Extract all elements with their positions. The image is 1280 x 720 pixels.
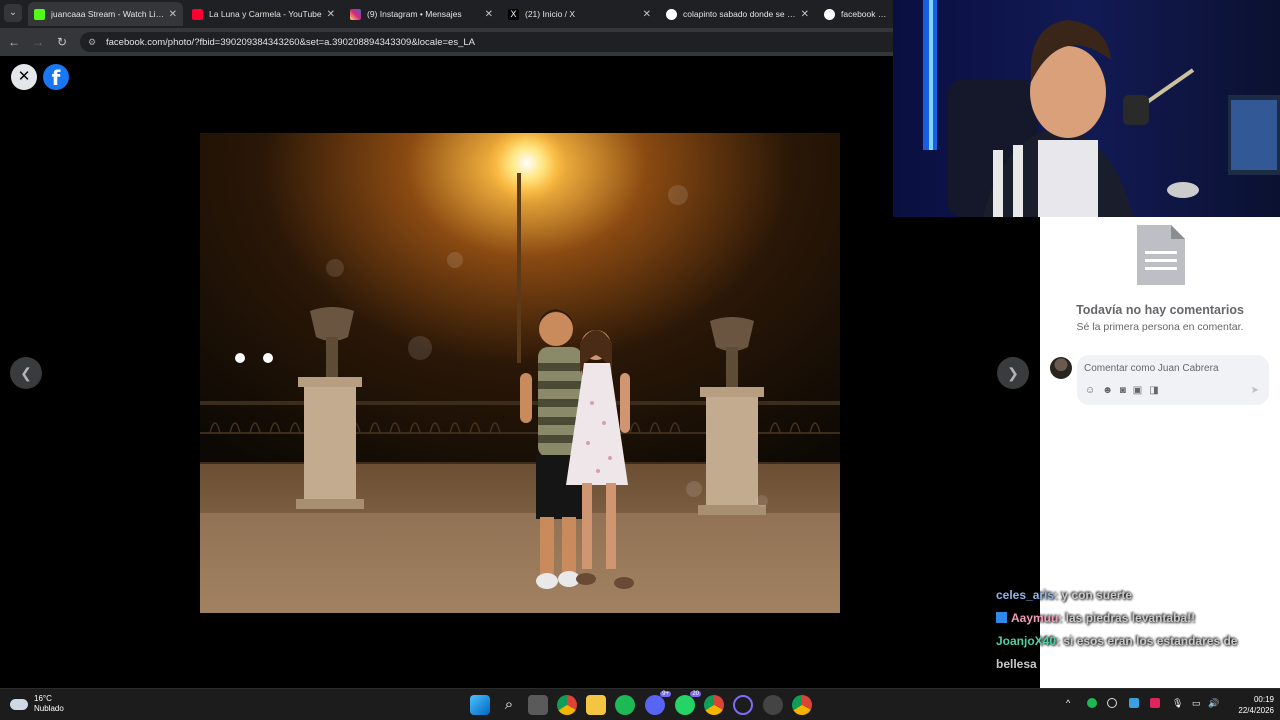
tab-close-icon[interactable]: ✕ [485,9,493,20]
tab-title: (21) Inicio / X [525,9,576,19]
chat-username: Aaymuu [1011,611,1059,625]
tab-close-icon[interactable]: ✕ [169,9,177,20]
comment-tools: ☺ ☻ ◙ ▣ ◨ [1085,385,1159,396]
tab-instagram[interactable]: (9) Instagram • Mensajes ✕ [344,2,499,26]
windows-taskbar: 16°C Nublado ⌕ 9+ 20 ^ 🎙 ▭ 🔊 00:19 22/4/… [0,688,1280,720]
address-url[interactable]: facebook.com/photo/?fbid=390209384343260… [106,37,475,48]
tab-google-search[interactable]: colapinto sabado donde se hac ✕ [660,2,815,26]
next-photo-button[interactable]: ❯ [997,357,1029,389]
tray-app-icon[interactable] [1150,698,1160,708]
x-favicon-icon: X [508,8,519,20]
sticker-icon[interactable]: ◨ [1149,385,1158,396]
chat-username: celes_aris [996,588,1055,602]
back-arrow-icon[interactable]: ← [5,33,23,51]
tab-title: La Luna y Carmela - YouTube [209,9,322,19]
comment-input[interactable]: Comentar como Juan Cabrera ☺ ☻ ◙ ▣ ◨ ➤ [1077,355,1269,405]
obs-icon[interactable] [763,695,783,715]
tab-title: (9) Instagram • Mensajes [367,9,462,19]
chrome-profile-icon[interactable] [792,695,812,715]
tab-x[interactable]: X (21) Inicio / X ✕ [502,2,657,26]
site-info-icon[interactable]: ⚙ [88,37,98,47]
reload-icon[interactable]: ↻ [53,33,71,51]
discord-icon[interactable]: 9+ [645,691,671,715]
spotify-icon[interactable] [615,695,635,715]
forward-arrow-icon[interactable]: → [29,33,47,51]
tab-youtube[interactable]: La Luna y Carmela - YouTube ✕ [186,2,341,26]
app-icon[interactable] [733,695,753,715]
start-icon[interactable] [470,695,490,715]
emoji-icon[interactable]: ☻ [1102,385,1113,396]
tab-close-icon[interactable]: ✕ [801,9,809,20]
search-icon[interactable]: ⌕ [499,695,519,715]
tab-search-icon[interactable]: ⌄ [4,4,22,22]
google-favicon-icon [824,8,835,20]
cloud-icon [10,698,28,710]
tab-close-icon[interactable]: ✕ [327,9,335,20]
temperature: 16°C [34,694,52,703]
chevron-left-icon: ❮ [20,365,32,381]
tab-title: colapinto sabado donde se hac [683,9,797,19]
discord-badge: 9+ [660,691,671,697]
chat-message: celes_aris: y con suerte [996,584,1266,607]
tab-kick-stream[interactable]: juancaaa Stream - Watch Live o ✕ [28,2,183,26]
screen: ⌄ juancaaa Stream - Watch Live o ✕ La Lu… [0,0,1280,720]
kick-favicon-icon [34,8,45,20]
youtube-favicon-icon [192,8,203,20]
badge-icon [996,612,1007,623]
spotify-tray-icon[interactable] [1087,698,1097,708]
tab-google-facebook[interactable]: facebook - Busc [818,2,894,26]
close-icon[interactable]: ✕ [11,64,37,90]
tab-title: juancaaa Stream - Watch Live o [51,9,165,19]
whatsapp-badge: 20 [690,691,701,697]
facebook-logo-icon[interactable]: f [43,64,69,90]
instagram-favicon-icon [350,8,361,20]
streamer-webcam [893,0,1280,217]
chat-username: JoanjoX40 [996,634,1057,648]
tab-close-icon[interactable]: ✕ [643,9,651,20]
document-icon [1137,225,1185,285]
avatar-sticker-icon[interactable]: ☺ [1085,385,1095,396]
weather-text: 16°C Nublado [34,694,64,714]
weather-condition: Nublado [34,704,64,713]
photo [200,133,840,613]
photo-image [200,133,840,613]
send-icon[interactable]: ➤ [1251,385,1259,396]
gif-icon[interactable]: ▣ [1133,385,1142,396]
google-favicon-icon [666,8,677,20]
tray-app-icon[interactable] [1107,698,1117,708]
task-view-icon[interactable] [528,695,548,715]
whatsapp-icon[interactable]: 20 [675,691,701,715]
volume-icon[interactable]: 🔊 [1208,698,1219,709]
chevron-right-icon: ❯ [1007,365,1019,381]
clock-time: 00:19 [1253,695,1274,704]
chat-message: JoanjoX40: si esos eran los estandares d… [996,630,1266,676]
address-bar[interactable]: ⚙ facebook.com/photo/?fbid=3902093843432… [80,32,900,52]
comment-input-placeholder: Comentar como Juan Cabrera [1084,363,1219,374]
clock-date: 22/4/2026 [1238,706,1274,715]
chat-text: : las piedras levantaba!! [1058,611,1196,625]
file-explorer-icon[interactable] [586,695,606,715]
previous-photo-button[interactable]: ❮ [10,357,42,389]
chat-text: : y con suerte [1054,588,1133,602]
network-icon[interactable]: ▭ [1192,698,1201,709]
chevron-up-icon[interactable]: ^ [1066,698,1070,708]
camera-icon[interactable]: ◙ [1120,385,1126,396]
stream-chat-overlay: celes_aris: y con suerte Aaymuu: las pie… [996,584,1266,676]
chrome-icon[interactable] [557,695,577,715]
system-clock[interactable]: 00:19 22/4/2026 [1222,694,1274,716]
no-comments-subtitle: Sé la primera persona en comentar. [1076,321,1244,333]
weather-widget[interactable]: 16°C Nublado [10,694,64,714]
no-comments-title: Todavía no hay comentarios [1076,303,1244,317]
photo-viewer: ✕ f ❮ ❯ [0,56,1040,688]
tab-title: facebook - Busc [841,9,888,19]
microphone-icon[interactable]: 🎙 [1172,698,1183,709]
webcam-image [893,0,1280,217]
tray-app-icon[interactable] [1129,698,1139,708]
chrome-profile-icon[interactable] [704,695,724,715]
chat-message: Aaymuu: las piedras levantaba!! [996,607,1266,630]
avatar[interactable] [1050,357,1072,379]
